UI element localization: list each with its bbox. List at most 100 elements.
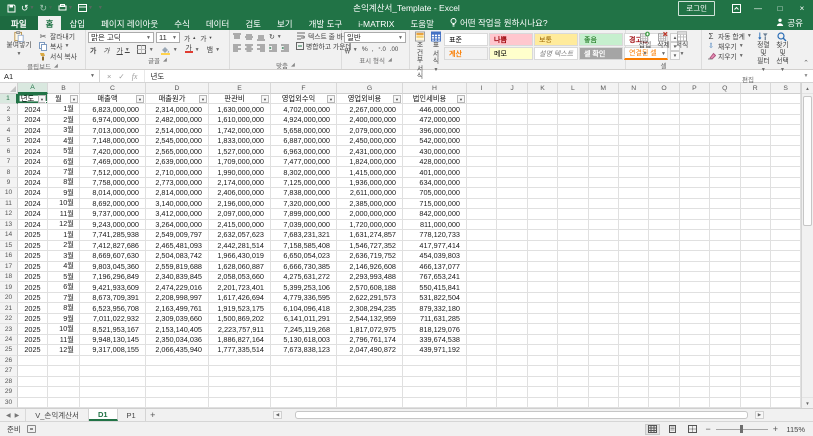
cell-P22[interactable]: [680, 314, 710, 324]
cell-B9[interactable]: 8월: [48, 178, 80, 188]
horizontal-scroll-thumb[interactable]: [295, 411, 748, 419]
cell-K29[interactable]: [528, 387, 558, 397]
cell-F9[interactable]: 7,125,000,000: [271, 178, 337, 188]
column-header-R[interactable]: R: [741, 83, 771, 94]
name-box-dropdown[interactable]: ▼: [90, 73, 95, 79]
cell-R3[interactable]: [741, 115, 771, 125]
cell-D24[interactable]: 2,350,034,036: [146, 335, 209, 345]
collapse-ribbon-button[interactable]: ⌃: [803, 59, 809, 67]
cut-button[interactable]: ✂잘라내기: [36, 31, 79, 41]
cell-H24[interactable]: 339,674,538: [403, 335, 467, 345]
cell-H2[interactable]: 446,000,000: [403, 104, 467, 114]
cell-H19[interactable]: 550,415,841: [403, 282, 467, 292]
clear-button[interactable]: 지우기▼: [704, 51, 754, 61]
cell-O18[interactable]: [649, 272, 679, 282]
conditional-formatting-button[interactable]: 조건부 서식 ▼: [412, 31, 428, 89]
cell-N4[interactable]: [619, 125, 649, 135]
cell-F28[interactable]: [271, 377, 337, 387]
minimize-button[interactable]: —: [747, 0, 769, 16]
cell-D12[interactable]: 3,412,000,000: [146, 209, 209, 219]
cell-A28[interactable]: [18, 377, 48, 387]
cell-I25[interactable]: [467, 345, 497, 355]
cell-Q9[interactable]: [710, 178, 740, 188]
cell-Q6[interactable]: [710, 146, 740, 156]
cell-I17[interactable]: [467, 262, 497, 272]
cell-A17[interactable]: 2025: [18, 262, 48, 272]
cell-D19[interactable]: 2,474,229,016: [146, 282, 209, 292]
cell-E6[interactable]: 1,527,000,000: [209, 146, 271, 156]
cell-A30[interactable]: [18, 398, 48, 408]
scroll-down-icon[interactable]: ▼: [802, 397, 813, 408]
insert-function-icon[interactable]: fx: [132, 72, 138, 81]
cell-S18[interactable]: [771, 272, 801, 282]
cell-O1[interactable]: [649, 94, 679, 104]
cell-F19[interactable]: 5,399,253,106: [271, 282, 337, 292]
row-header-27[interactable]: 27: [0, 366, 18, 376]
cell-C28[interactable]: [80, 377, 146, 387]
cell-F26[interactable]: [271, 356, 337, 366]
cell-I7[interactable]: [467, 157, 497, 167]
sort-filter-button[interactable]: 정렬 및 필터 ▼: [754, 31, 773, 74]
cell-C17[interactable]: 9,803,045,360: [80, 262, 146, 272]
cell-F22[interactable]: 6,141,011,291: [271, 314, 337, 324]
cell-Q29[interactable]: [710, 387, 740, 397]
cell-P25[interactable]: [680, 345, 710, 355]
cell-F24[interactable]: 5,130,618,003: [271, 335, 337, 345]
cell-R16[interactable]: [741, 251, 771, 261]
hscroll-right-icon[interactable]: ▶: [755, 411, 764, 419]
insert-cells-button[interactable]: 삽입▼: [636, 31, 655, 58]
cell-K16[interactable]: [528, 251, 558, 261]
cell-B24[interactable]: 11월: [48, 335, 80, 345]
accounting-format-button[interactable]: ￦▼: [344, 45, 358, 55]
column-header-B[interactable]: B: [48, 83, 80, 94]
cell-L7[interactable]: [558, 157, 588, 167]
cell-H9[interactable]: 634,000,000: [403, 178, 467, 188]
zoom-slider[interactable]: [716, 429, 768, 430]
cell-C7[interactable]: 7,469,000,000: [80, 157, 146, 167]
row-header-30[interactable]: 30: [0, 398, 18, 408]
cell-E4[interactable]: 1,742,000,000: [209, 125, 271, 135]
cell-M4[interactable]: [589, 125, 619, 135]
cell-E11[interactable]: 2,196,000,000: [209, 199, 271, 209]
cell-P15[interactable]: [680, 241, 710, 251]
cell-S29[interactable]: [771, 387, 801, 397]
cell-N27[interactable]: [619, 366, 649, 376]
tab-insert[interactable]: 삽입: [61, 16, 93, 30]
cell-I16[interactable]: [467, 251, 497, 261]
cell-F5[interactable]: 6,887,000,000: [271, 136, 337, 146]
cell-I21[interactable]: [467, 303, 497, 313]
cell-K13[interactable]: [528, 220, 558, 230]
cell-F27[interactable]: [271, 366, 337, 376]
cell-O30[interactable]: [649, 398, 679, 408]
cell-style-2[interactable]: 보통: [534, 33, 578, 46]
cell-P7[interactable]: [680, 157, 710, 167]
cell-B5[interactable]: 4월: [48, 136, 80, 146]
normal-view-button[interactable]: [645, 424, 660, 435]
number-format-select[interactable]: 일반▼: [344, 32, 406, 43]
cell-A11[interactable]: 2024: [18, 199, 48, 209]
cell-I15[interactable]: [467, 241, 497, 251]
sheet-tab-D1[interactable]: D1: [89, 409, 118, 421]
cell-R21[interactable]: [741, 303, 771, 313]
cell-I12[interactable]: [467, 209, 497, 219]
cell-R7[interactable]: [741, 157, 771, 167]
undo-button[interactable]: ↺▼: [21, 3, 35, 14]
cell-O8[interactable]: [649, 167, 679, 177]
cell-K3[interactable]: [528, 115, 558, 125]
filter-button[interactable]: ▼: [199, 95, 207, 103]
cell-N7[interactable]: [619, 157, 649, 167]
cell-F7[interactable]: 7,477,000,000: [271, 157, 337, 167]
column-header-M[interactable]: M: [589, 83, 619, 94]
fill-button[interactable]: ⇩채우기▼: [704, 41, 754, 51]
cell-D20[interactable]: 2,208,998,997: [146, 293, 209, 303]
cell-N11[interactable]: [619, 199, 649, 209]
sheet-tab-V_손익계산서[interactable]: V_손익계산서: [26, 409, 89, 421]
column-header-Q[interactable]: Q: [710, 83, 740, 94]
cell-D21[interactable]: 2,163,499,761: [146, 303, 209, 313]
cell-Q17[interactable]: [710, 262, 740, 272]
cell-D6[interactable]: 2,565,000,000: [146, 146, 209, 156]
cell-D5[interactable]: 2,545,000,000: [146, 136, 209, 146]
cell-B26[interactable]: [48, 356, 80, 366]
login-button[interactable]: 로그인: [678, 1, 715, 16]
cell-L5[interactable]: [558, 136, 588, 146]
